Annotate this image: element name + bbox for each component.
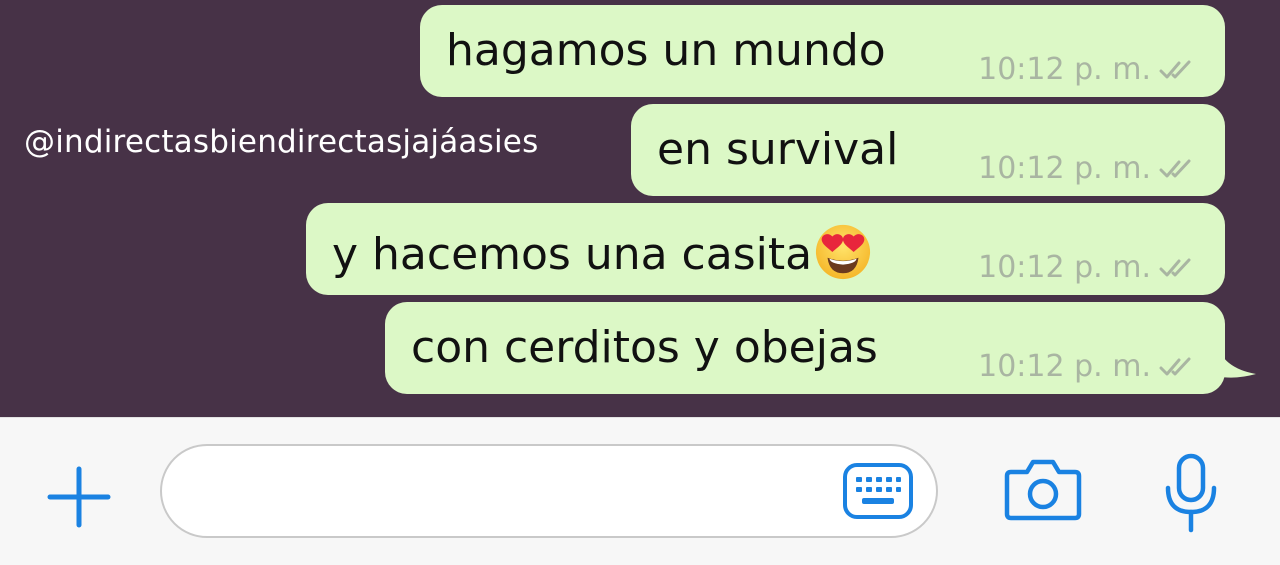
chat-message-area: @indirectasbiendirectasjajáasies hagamos… bbox=[0, 0, 1280, 417]
message-meta: 10:12 p. m. bbox=[978, 151, 1199, 186]
plus-icon[interactable] bbox=[44, 465, 114, 529]
watermark-text: @indirectasbiendirectasjajáasies bbox=[24, 124, 539, 160]
message-text: y hacemos una casita bbox=[332, 229, 813, 280]
heart-eyes-emoji-icon bbox=[816, 224, 871, 280]
message-bubble[interactable]: hagamos un mundo 10:12 p. m. bbox=[420, 5, 1225, 97]
message-text: con cerditos y obejas bbox=[411, 322, 878, 373]
message-meta: 10:12 p. m. bbox=[978, 52, 1199, 87]
chat-screen: @indirectasbiendirectasjajáasies hagamos… bbox=[0, 0, 1280, 565]
message-text: en survival bbox=[657, 124, 899, 175]
double-check-icon bbox=[1159, 258, 1191, 276]
message-time: 10:12 p. m. bbox=[978, 250, 1151, 285]
message-bubble[interactable]: con cerditos y obejas 10:12 p. m. bbox=[385, 302, 1225, 394]
microphone-icon[interactable] bbox=[1160, 452, 1222, 534]
camera-icon[interactable] bbox=[1003, 456, 1083, 524]
keyboard-icon[interactable] bbox=[842, 462, 914, 520]
message-bubble[interactable]: y hacemos una casita 10:12 p. m. bbox=[306, 203, 1225, 295]
message-bubble[interactable]: en survival 10:12 p. m. bbox=[631, 104, 1225, 196]
message-meta: 10:12 p. m. bbox=[978, 349, 1199, 384]
message-time: 10:12 p. m. bbox=[978, 52, 1151, 87]
double-check-icon bbox=[1159, 159, 1191, 177]
message-time: 10:12 p. m. bbox=[978, 151, 1151, 186]
message-text-with-emoji: y hacemos una casita bbox=[332, 223, 872, 281]
double-check-icon bbox=[1159, 357, 1191, 375]
message-input[interactable] bbox=[160, 444, 938, 538]
message-text: hagamos un mundo bbox=[446, 25, 886, 76]
message-meta: 10:12 p. m. bbox=[978, 250, 1199, 285]
message-time: 10:12 p. m. bbox=[978, 349, 1151, 384]
bubble-tail bbox=[1216, 342, 1256, 378]
double-check-icon bbox=[1159, 60, 1191, 78]
